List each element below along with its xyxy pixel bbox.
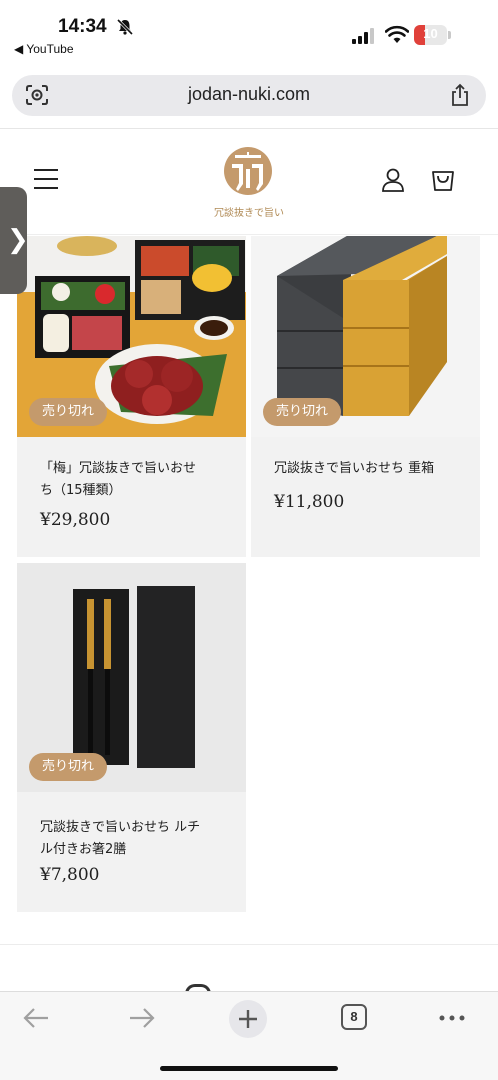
sold-out-badge: 売り切れ [29, 398, 108, 426]
menu-icon[interactable] [34, 168, 58, 190]
product-price: ¥11,800 [274, 492, 345, 512]
product-title-line: ル付きお箸2膳 [40, 842, 127, 857]
product-price: ¥7,800 [40, 865, 100, 885]
back-arrow-icon[interactable] [22, 1007, 50, 1029]
share-icon[interactable] [450, 83, 470, 107]
product-title-line: 「梅」冗談抜きで旨いおせ [40, 461, 197, 476]
battery-level: 10 [423, 26, 438, 41]
product-title[interactable]: 冗談抜きで旨いおせち ルチ ル付きお箸2膳 [40, 817, 200, 861]
product-title-line: ち（15種類） [40, 483, 122, 498]
sold-out-badge: 売り切れ [263, 398, 342, 426]
url-text[interactable]: jodan-nuki.com [12, 84, 486, 105]
account-icon[interactable] [382, 168, 404, 192]
header-divider [0, 234, 498, 235]
product-title[interactable]: 冗談抜きで旨いおせち 重箱 [274, 458, 434, 480]
side-panel-tab[interactable]: ❯ [0, 187, 29, 294]
logo-icon[interactable] [223, 146, 273, 196]
product-title-line: 冗談抜きで旨いおせち ルチ [40, 820, 201, 835]
cart-icon[interactable] [431, 168, 455, 192]
chevron-right-icon: ❯ [7, 225, 29, 255]
logo-text[interactable]: 冗談抜きで旨い [199, 204, 299, 219]
bell-slash-icon [116, 18, 134, 36]
signal-icon [352, 28, 374, 44]
status-bar: 14:34 ◀ YouTube 10 [0, 0, 498, 62]
product-price: ¥29,800 [40, 510, 111, 530]
address-bar[interactable]: jodan-nuki.com [12, 75, 486, 116]
divider [0, 128, 498, 129]
back-to-app-link[interactable]: ◀ YouTube [14, 42, 74, 56]
forward-arrow-icon[interactable] [128, 1007, 156, 1029]
battery-icon: 10 [414, 25, 452, 45]
status-time: 14:34 [58, 16, 107, 37]
tab-count-button[interactable]: 8 [341, 1004, 367, 1030]
more-icon[interactable] [438, 1008, 466, 1028]
sold-out-badge: 売り切れ [29, 753, 108, 781]
product-title[interactable]: 「梅」冗談抜きで旨いおせ ち（15種類） [40, 458, 196, 502]
product-card[interactable]: 売り切れ 「梅」冗談抜きで旨いおせ ち（15種類） ¥29,800 [17, 236, 246, 557]
product-card[interactable]: 売り切れ 冗談抜きで旨いおせち ルチ ル付きお箸2膳 ¥7,800 [17, 563, 246, 912]
wifi-icon [385, 25, 409, 43]
new-tab-button[interactable] [229, 1000, 267, 1038]
product-title-line: 冗談抜きで旨いおせち 重箱 [274, 461, 435, 476]
product-card[interactable]: 売り切れ 冗談抜きで旨いおせち 重箱 ¥11,800 [251, 236, 480, 557]
home-indicator[interactable] [160, 1066, 338, 1071]
section-divider [0, 944, 498, 945]
plus-icon [239, 1010, 257, 1028]
